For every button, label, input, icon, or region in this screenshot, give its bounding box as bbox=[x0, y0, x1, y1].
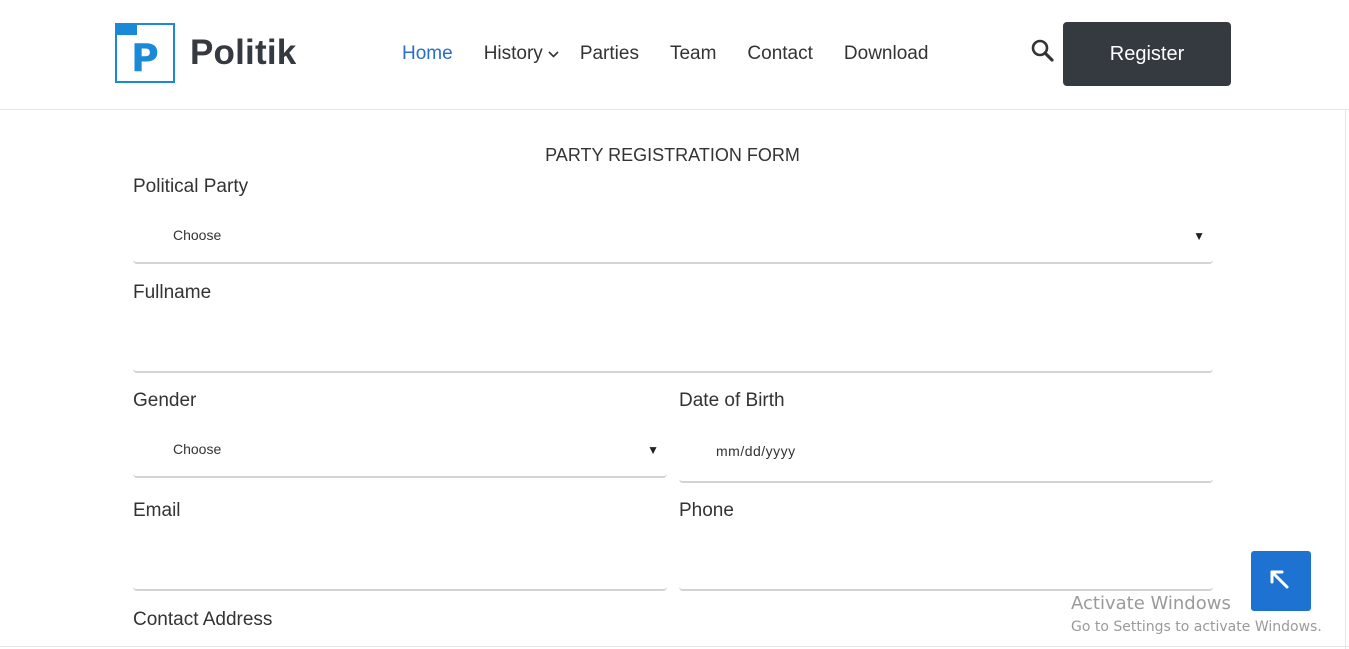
political-party-label: Political Party bbox=[133, 176, 249, 197]
site-header: P Politik Home History Parties Team Cont… bbox=[0, 0, 1349, 110]
email-label: Email bbox=[133, 500, 181, 521]
nav-history-label: History bbox=[483, 43, 543, 64]
political-party-select[interactable]: Choose ▼ bbox=[133, 210, 1213, 264]
search-icon[interactable] bbox=[1030, 38, 1056, 64]
logo-mark: P bbox=[115, 23, 175, 83]
logo-letter: P bbox=[131, 36, 159, 80]
nav-contact[interactable]: Contact bbox=[747, 43, 812, 65]
nav-team[interactable]: Team bbox=[670, 43, 716, 65]
contact-address-label: Contact Address bbox=[133, 609, 273, 630]
chevron-down-icon bbox=[548, 50, 559, 58]
political-party-value: Choose bbox=[173, 227, 222, 243]
nav-history[interactable]: History bbox=[484, 43, 560, 65]
gender-label: Gender bbox=[133, 390, 197, 411]
watermark-subtitle: Go to Settings to activate Windows. bbox=[1071, 619, 1322, 635]
fullname-label: Fullname bbox=[133, 282, 212, 303]
dob-input[interactable]: mm/dd/yyyy bbox=[679, 424, 1213, 483]
gender-select[interactable]: Choose ▼ bbox=[133, 424, 667, 478]
watermark-title: Activate Windows bbox=[1071, 593, 1231, 614]
page-edge-divider bbox=[1345, 110, 1346, 649]
dropdown-arrow-icon: ▼ bbox=[647, 443, 659, 457]
nav-home[interactable]: Home bbox=[402, 43, 453, 65]
dob-label: Date of Birth bbox=[679, 390, 785, 411]
register-button[interactable]: Register bbox=[1063, 22, 1231, 86]
logo-text: Politik bbox=[190, 33, 297, 72]
activate-windows-watermark: Activate Windows Go to Settings to activ… bbox=[1071, 593, 1322, 637]
fullname-input[interactable] bbox=[133, 318, 1213, 373]
gender-value: Choose bbox=[173, 441, 222, 457]
form-title: PARTY REGISTRATION FORM bbox=[545, 145, 800, 165]
phone-label: Phone bbox=[679, 500, 734, 521]
dropdown-arrow-icon: ▼ bbox=[1193, 229, 1205, 243]
main-nav: Home History Parties Team Contact Downlo… bbox=[402, 40, 959, 68]
nav-parties[interactable]: Parties bbox=[580, 43, 639, 65]
dob-placeholder: mm/dd/yyyy bbox=[716, 443, 796, 459]
nav-download[interactable]: Download bbox=[844, 43, 929, 65]
page-bottom-divider bbox=[0, 646, 1349, 647]
email-input[interactable] bbox=[133, 536, 667, 591]
phone-input[interactable] bbox=[679, 536, 1213, 591]
logo[interactable]: P Politik bbox=[115, 23, 296, 83]
